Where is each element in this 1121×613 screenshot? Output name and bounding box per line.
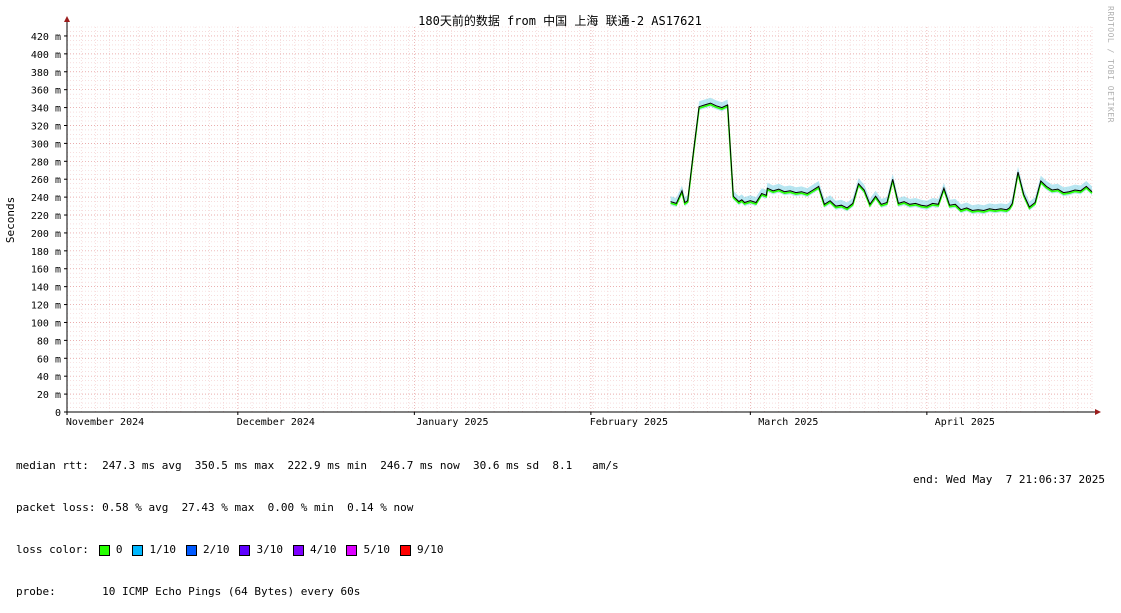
y-tick-label: 320 m [31, 121, 61, 132]
x-tick-label: April 2025 [935, 417, 995, 428]
loss-color-item: 2/10 [185, 543, 230, 557]
loss-color-value: 0 [115, 543, 123, 556]
loss-color-item: 9/10 [399, 543, 444, 557]
y-tick-label: 160 m [31, 265, 61, 276]
loss-color-item: 1/10 [132, 543, 176, 557]
loss-color-swatch [292, 544, 304, 556]
y-tick-label: 180 m [31, 247, 61, 258]
x-tick-label: March 2025 [758, 417, 818, 428]
y-tick-label: 420 m [31, 32, 61, 43]
chart: 180天前的数据 from 中国 上海 联通-2 AS17621 Seconds… [4, 13, 1101, 428]
y-tick-label: 40 m [37, 372, 61, 383]
chart-title: 180天前的数据 from 中国 上海 联通-2 AS17621 [418, 13, 702, 28]
y-tick-label: 200 m [31, 229, 61, 240]
y-axis-arrow [64, 16, 70, 22]
median-rtt-stats: median rtt: 247.3 ms avg 350.5 ms max 22… [16, 459, 619, 472]
x-tick-label: February 2025 [590, 417, 668, 428]
y-tick-label: 140 m [31, 283, 61, 294]
y-tick-label: 60 m [37, 354, 61, 365]
rtt-loss-color-line [670, 103, 1093, 213]
y-tick-label: 220 m [31, 211, 61, 222]
loss-color-item: 4/10 [292, 543, 337, 557]
y-tick-label: 340 m [31, 104, 61, 115]
packet-loss-stats: packet loss: 0.58 % avg 27.43 % max 0.00… [16, 501, 414, 514]
probe-info: probe: 10 ICMP Echo Pings (64 Bytes) eve… [16, 585, 361, 598]
end-time: end: Wed May 7 21:06:37 2025 [912, 473, 1105, 486]
loss-color-item: 3/10 [239, 543, 283, 557]
grid [66, 26, 1093, 413]
y-tick-label: 80 m [37, 336, 61, 347]
loss-color-value: 1/10 [149, 543, 176, 556]
loss-color-swatch [399, 544, 411, 556]
rrdtool-watermark: RRDTOOL / TOBI OETIKER [1106, 6, 1115, 123]
loss-color-value: 3/10 [256, 543, 283, 556]
y-tick-label: 0 [55, 408, 61, 419]
x-tick-label: January 2025 [416, 417, 488, 428]
loss-color-label: loss color: [16, 543, 89, 556]
y-tick-label: 260 m [31, 175, 61, 186]
series-layer [670, 97, 1093, 215]
loss-color-swatch [239, 544, 251, 556]
loss-color-item: 0 [98, 543, 123, 557]
y-tick-label: 120 m [31, 301, 61, 312]
x-axis-arrow [1095, 409, 1101, 415]
y-axis-label: Seconds [4, 197, 17, 243]
y-tick-label: 100 m [31, 318, 61, 329]
loss-color-items: 0 1/10 2/10 3/10 4/10 5/10 9/10 [98, 543, 454, 557]
loss-color-swatch [346, 544, 358, 556]
y-ticks: 0 20 m 40 m 60 m 80 m 100 m 120 m 140 m 160 m 180… [31, 32, 67, 419]
loss-color-value: 5/10 [363, 543, 390, 556]
y-tick-label: 400 m [31, 50, 61, 61]
loss-color-swatch [98, 544, 110, 556]
legend: median rtt: 247.3 ms avg 350.5 ms max 22… [16, 431, 619, 613]
y-tick-label: 380 m [31, 68, 61, 79]
x-ticks: November 2024 December 2024 January 2025 Fe… [66, 412, 995, 428]
loss-color-value: 2/10 [202, 543, 230, 556]
y-tick-label: 280 m [31, 157, 61, 168]
y-tick-label: 240 m [31, 193, 61, 204]
y-tick-label: 20 m [37, 390, 61, 401]
axes [64, 16, 1101, 415]
x-tick-label: December 2024 [237, 417, 315, 428]
loss-color-value: 9/10 [416, 543, 444, 556]
loss-color-item: 5/10 [346, 543, 390, 557]
x-tick-label: November 2024 [66, 417, 144, 428]
loss-color-legend: loss color: 0 1/10 2/10 3/10 4/10 5/10 9/10 [16, 543, 619, 557]
y-tick-label: 300 m [31, 139, 61, 150]
loss-color-swatch [185, 544, 197, 556]
y-tick-label: 360 m [31, 86, 61, 97]
loss-color-swatch [132, 544, 144, 556]
loss-color-value: 4/10 [309, 543, 337, 556]
